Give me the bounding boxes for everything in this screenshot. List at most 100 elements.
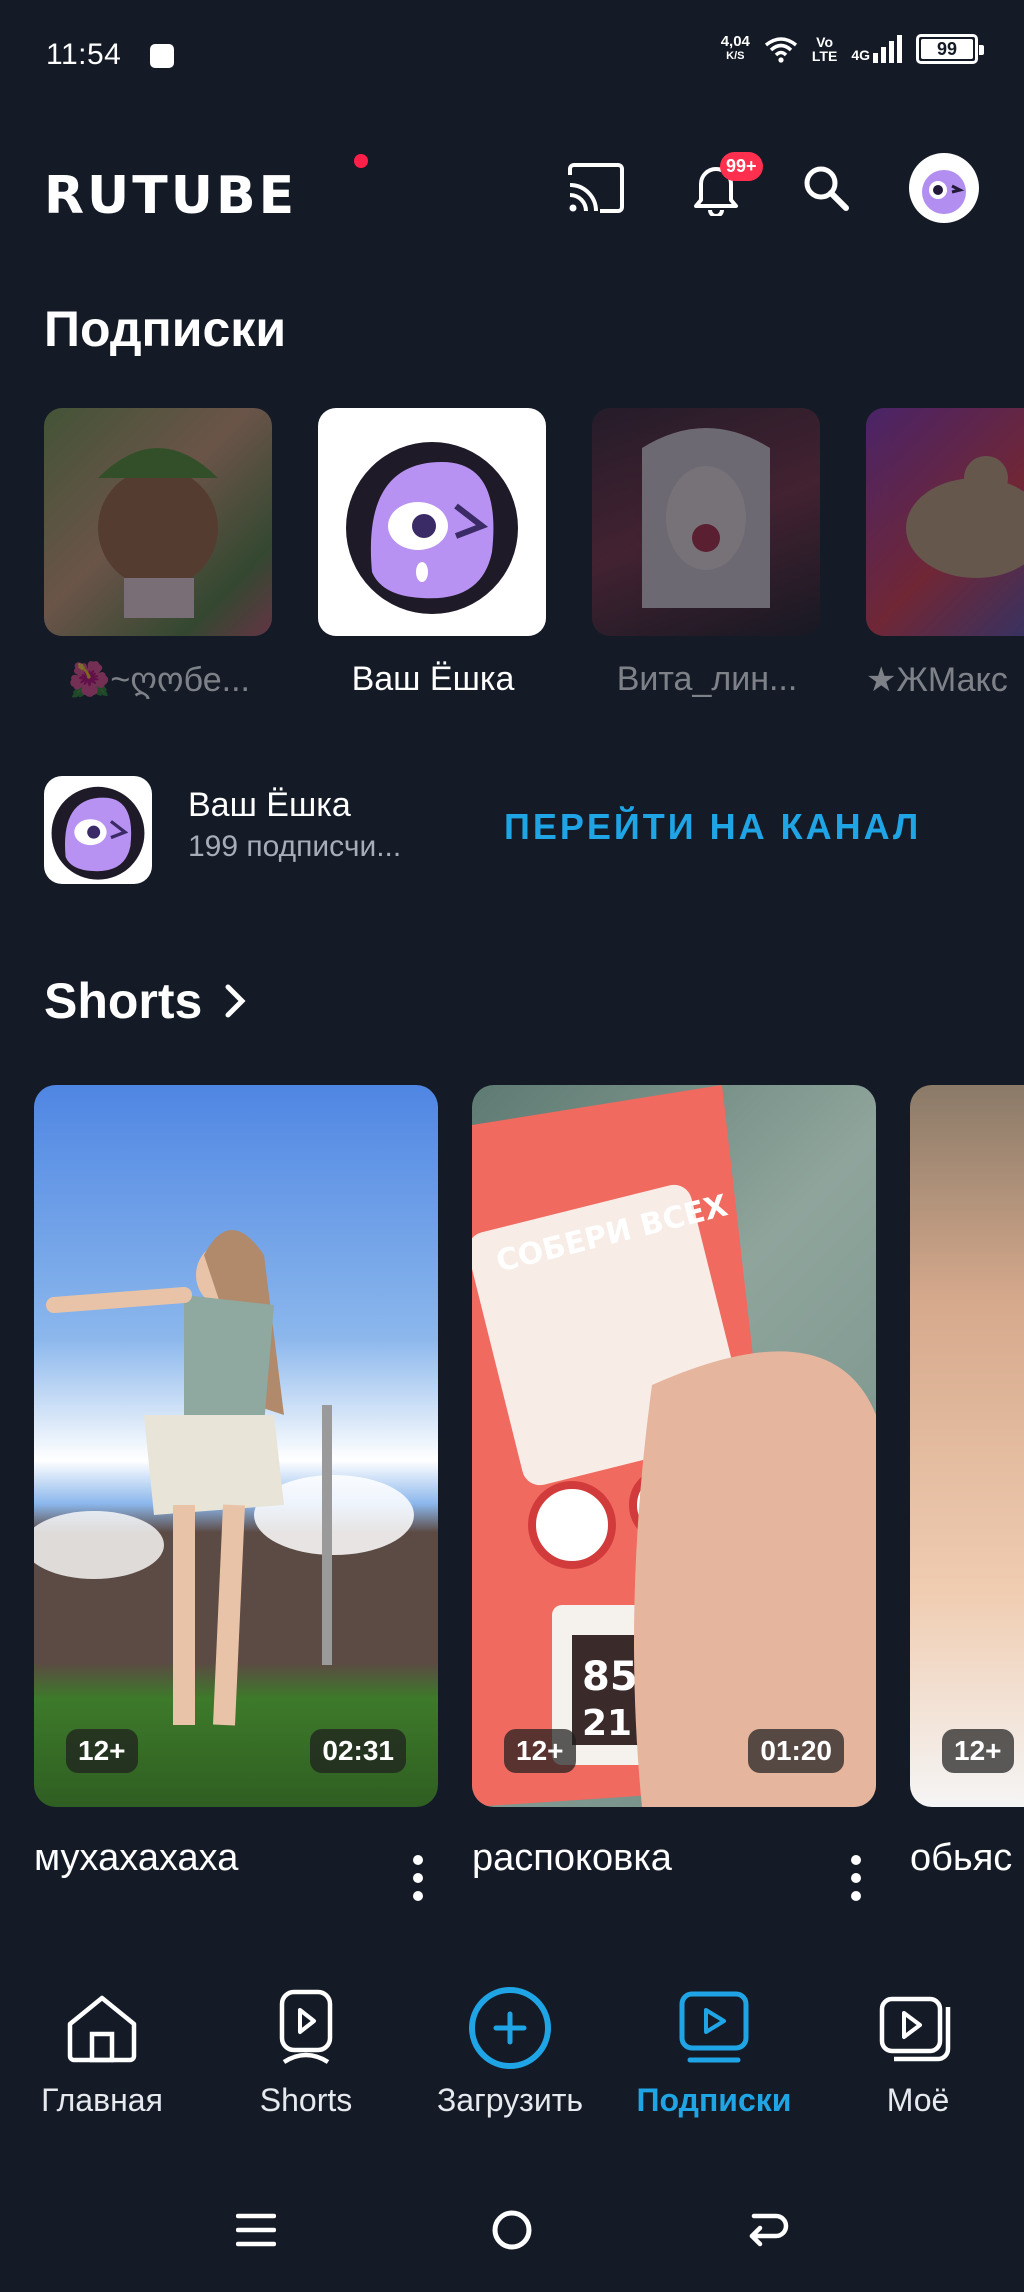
subscription-name: 🌺~ღოбе... (68, 661, 250, 699)
network-speed-value: 4,04 (720, 33, 750, 50)
short-thumbnail[interactable]: 12+ 02:31 (34, 1085, 438, 1807)
subscription-avatar (44, 408, 272, 636)
back-arrow-icon (749, 2213, 789, 2247)
subscriptions-carousel[interactable]: 🌺~ღოбе... Ваш Ёшка Вита_лин... ★ЖМакс (0, 408, 1024, 708)
volte-indicator: Vo LTE (812, 35, 837, 63)
cast-button[interactable] (556, 148, 636, 228)
library-icon (879, 1996, 951, 2062)
nav-shorts[interactable]: Shorts (204, 1960, 408, 2120)
more-options-button[interactable] (846, 1855, 866, 1901)
library-icon-wrap (870, 1980, 966, 2076)
subscription-item[interactable]: Ваш Ёшка (318, 408, 548, 699)
notifications-button[interactable]: 99+ (676, 148, 763, 228)
shorts-heading: Shorts (44, 973, 203, 1029)
channel-art-icon (346, 442, 518, 614)
shorts-icon (279, 1989, 333, 2064)
profile-avatar-button[interactable] (904, 148, 984, 228)
status-icons: 4,04 K/S Vo LTE 4G 99 (721, 34, 984, 64)
channel-art-icon (906, 456, 1024, 578)
status-bar: 11:54 4,04 K/S Vo LTE 4G 99 (0, 0, 1024, 112)
subscriptions-icon-wrap (666, 1980, 762, 2076)
volte-bottom: LTE (811, 48, 838, 64)
subscription-name: ★ЖМакс (866, 661, 1008, 699)
subscription-item[interactable]: ★ЖМакс (866, 408, 1024, 700)
home-system-button[interactable] (462, 2180, 562, 2280)
short-title[interactable]: мухахахаха (34, 1837, 438, 1880)
age-rating-badge: 12+ (504, 1729, 576, 1773)
upload-icon-wrap (462, 1980, 558, 2076)
bottom-navigation: Главная Shorts Загрузить Подписки Моё (0, 1960, 1024, 2120)
nav-label: Загрузить (436, 2082, 584, 2118)
notification-badge: 99+ (720, 152, 763, 181)
subscription-item[interactable]: 🌺~ღოбе... (44, 408, 274, 700)
svg-text:21: 21 (582, 1703, 632, 1744)
home-icon (67, 1995, 137, 2063)
duration-badge: 02:31 (310, 1729, 406, 1773)
nav-my[interactable]: Моё (816, 1960, 1020, 2120)
short-thumbnail[interactable]: 12+ (910, 1085, 1024, 1807)
chevron-right-icon (225, 984, 246, 1018)
short-title[interactable]: распоковка (472, 1837, 876, 1880)
channel-name: Ваш Ёшка (188, 786, 351, 824)
volte-top: Vo (816, 34, 834, 50)
short-card[interactable]: 12+ обьяс (910, 1085, 1024, 1880)
subscription-avatar (592, 408, 820, 636)
nav-upload[interactable]: Загрузить (408, 1960, 612, 2120)
search-button[interactable] (786, 148, 866, 228)
home-icon-wrap (54, 1980, 150, 2076)
age-rating-badge: 12+ (66, 1729, 138, 1773)
short-title[interactable]: обьяс (910, 1837, 1024, 1880)
back-button[interactable] (718, 2180, 818, 2280)
duration-badge: 01:20 (748, 1729, 844, 1773)
app-header: RUTUBE 99+ (0, 130, 1024, 240)
subscription-avatar (866, 408, 1024, 636)
channel-art-icon (98, 448, 218, 618)
shorts-icon-wrap (258, 1980, 354, 2076)
nav-subscriptions[interactable]: Подписки (612, 1960, 816, 2120)
rutube-logo[interactable]: RUTUBE (44, 166, 297, 226)
cast-icon (568, 163, 624, 213)
notification-app-icon (150, 44, 174, 68)
channel-art-icon (642, 428, 770, 608)
short-thumbnail[interactable]: СОБЕРИ ВСЕХ 85 21 12+ 01:20 (472, 1085, 876, 1807)
shorts-header[interactable]: Shorts (44, 972, 248, 1030)
short-preview-icon: СОБЕРИ ВСЕХ 85 21 (472, 1085, 876, 1807)
wifi-icon (764, 37, 797, 63)
svg-text:85: 85 (582, 1654, 638, 1700)
age-rating-badge: 12+ (942, 1729, 1014, 1773)
status-time: 11:54 (46, 38, 122, 71)
recent-apps-button[interactable] (206, 2180, 306, 2280)
search-icon (804, 166, 849, 211)
short-card[interactable]: 12+ 02:31 мухахахаха (34, 1085, 438, 1901)
subscription-name: Ваш Ёшка (351, 660, 515, 698)
circle-home-icon (492, 2210, 532, 2250)
channel-avatar[interactable] (44, 776, 152, 884)
upload-plus-icon (469, 1987, 551, 2069)
avatar (909, 153, 979, 223)
battery-icon: 99 (916, 34, 984, 64)
network-type: 4G (851, 47, 870, 63)
avatar-character-icon (922, 170, 966, 214)
subscription-item[interactable]: Вита_лин... (592, 408, 822, 699)
cellular-signal-icon: 4G (851, 35, 902, 63)
system-navigation-bar (0, 2170, 1024, 2292)
shorts-carousel[interactable]: 12+ 02:31 мухахахаха СОБЕРИ ВСЕХ 85 21 1… (0, 1085, 1024, 1985)
nav-home[interactable]: Главная (0, 1960, 204, 2120)
nav-label: Подписки (636, 2082, 792, 2118)
short-card[interactable]: СОБЕРИ ВСЕХ 85 21 12+ 01:20 распоковка (472, 1085, 876, 1901)
network-speed-unit: K/S (726, 50, 745, 62)
subscriptions-icon (679, 1991, 749, 2063)
short-preview-icon (34, 1230, 414, 1726)
nav-label: Моё (886, 2082, 950, 2118)
network-speed: 4,04 K/S (721, 34, 750, 64)
subscriptions-heading: Подписки (44, 301, 287, 357)
channel-subscribers: 199 подписчи... (188, 830, 402, 863)
nav-label: Главная (41, 2082, 163, 2118)
go-to-channel-button[interactable]: ПЕРЕЙТИ НА КАНАЛ (504, 806, 921, 848)
nav-label: Shorts (259, 2082, 353, 2118)
subscription-avatar (318, 408, 546, 636)
more-options-button[interactable] (408, 1855, 428, 1901)
battery-level: 99 (936, 38, 958, 59)
channel-avatar-icon (51, 786, 145, 880)
selected-channel-row: Ваш Ёшка 199 подписчи... ПЕРЕЙТИ НА КАНА… (44, 776, 984, 886)
